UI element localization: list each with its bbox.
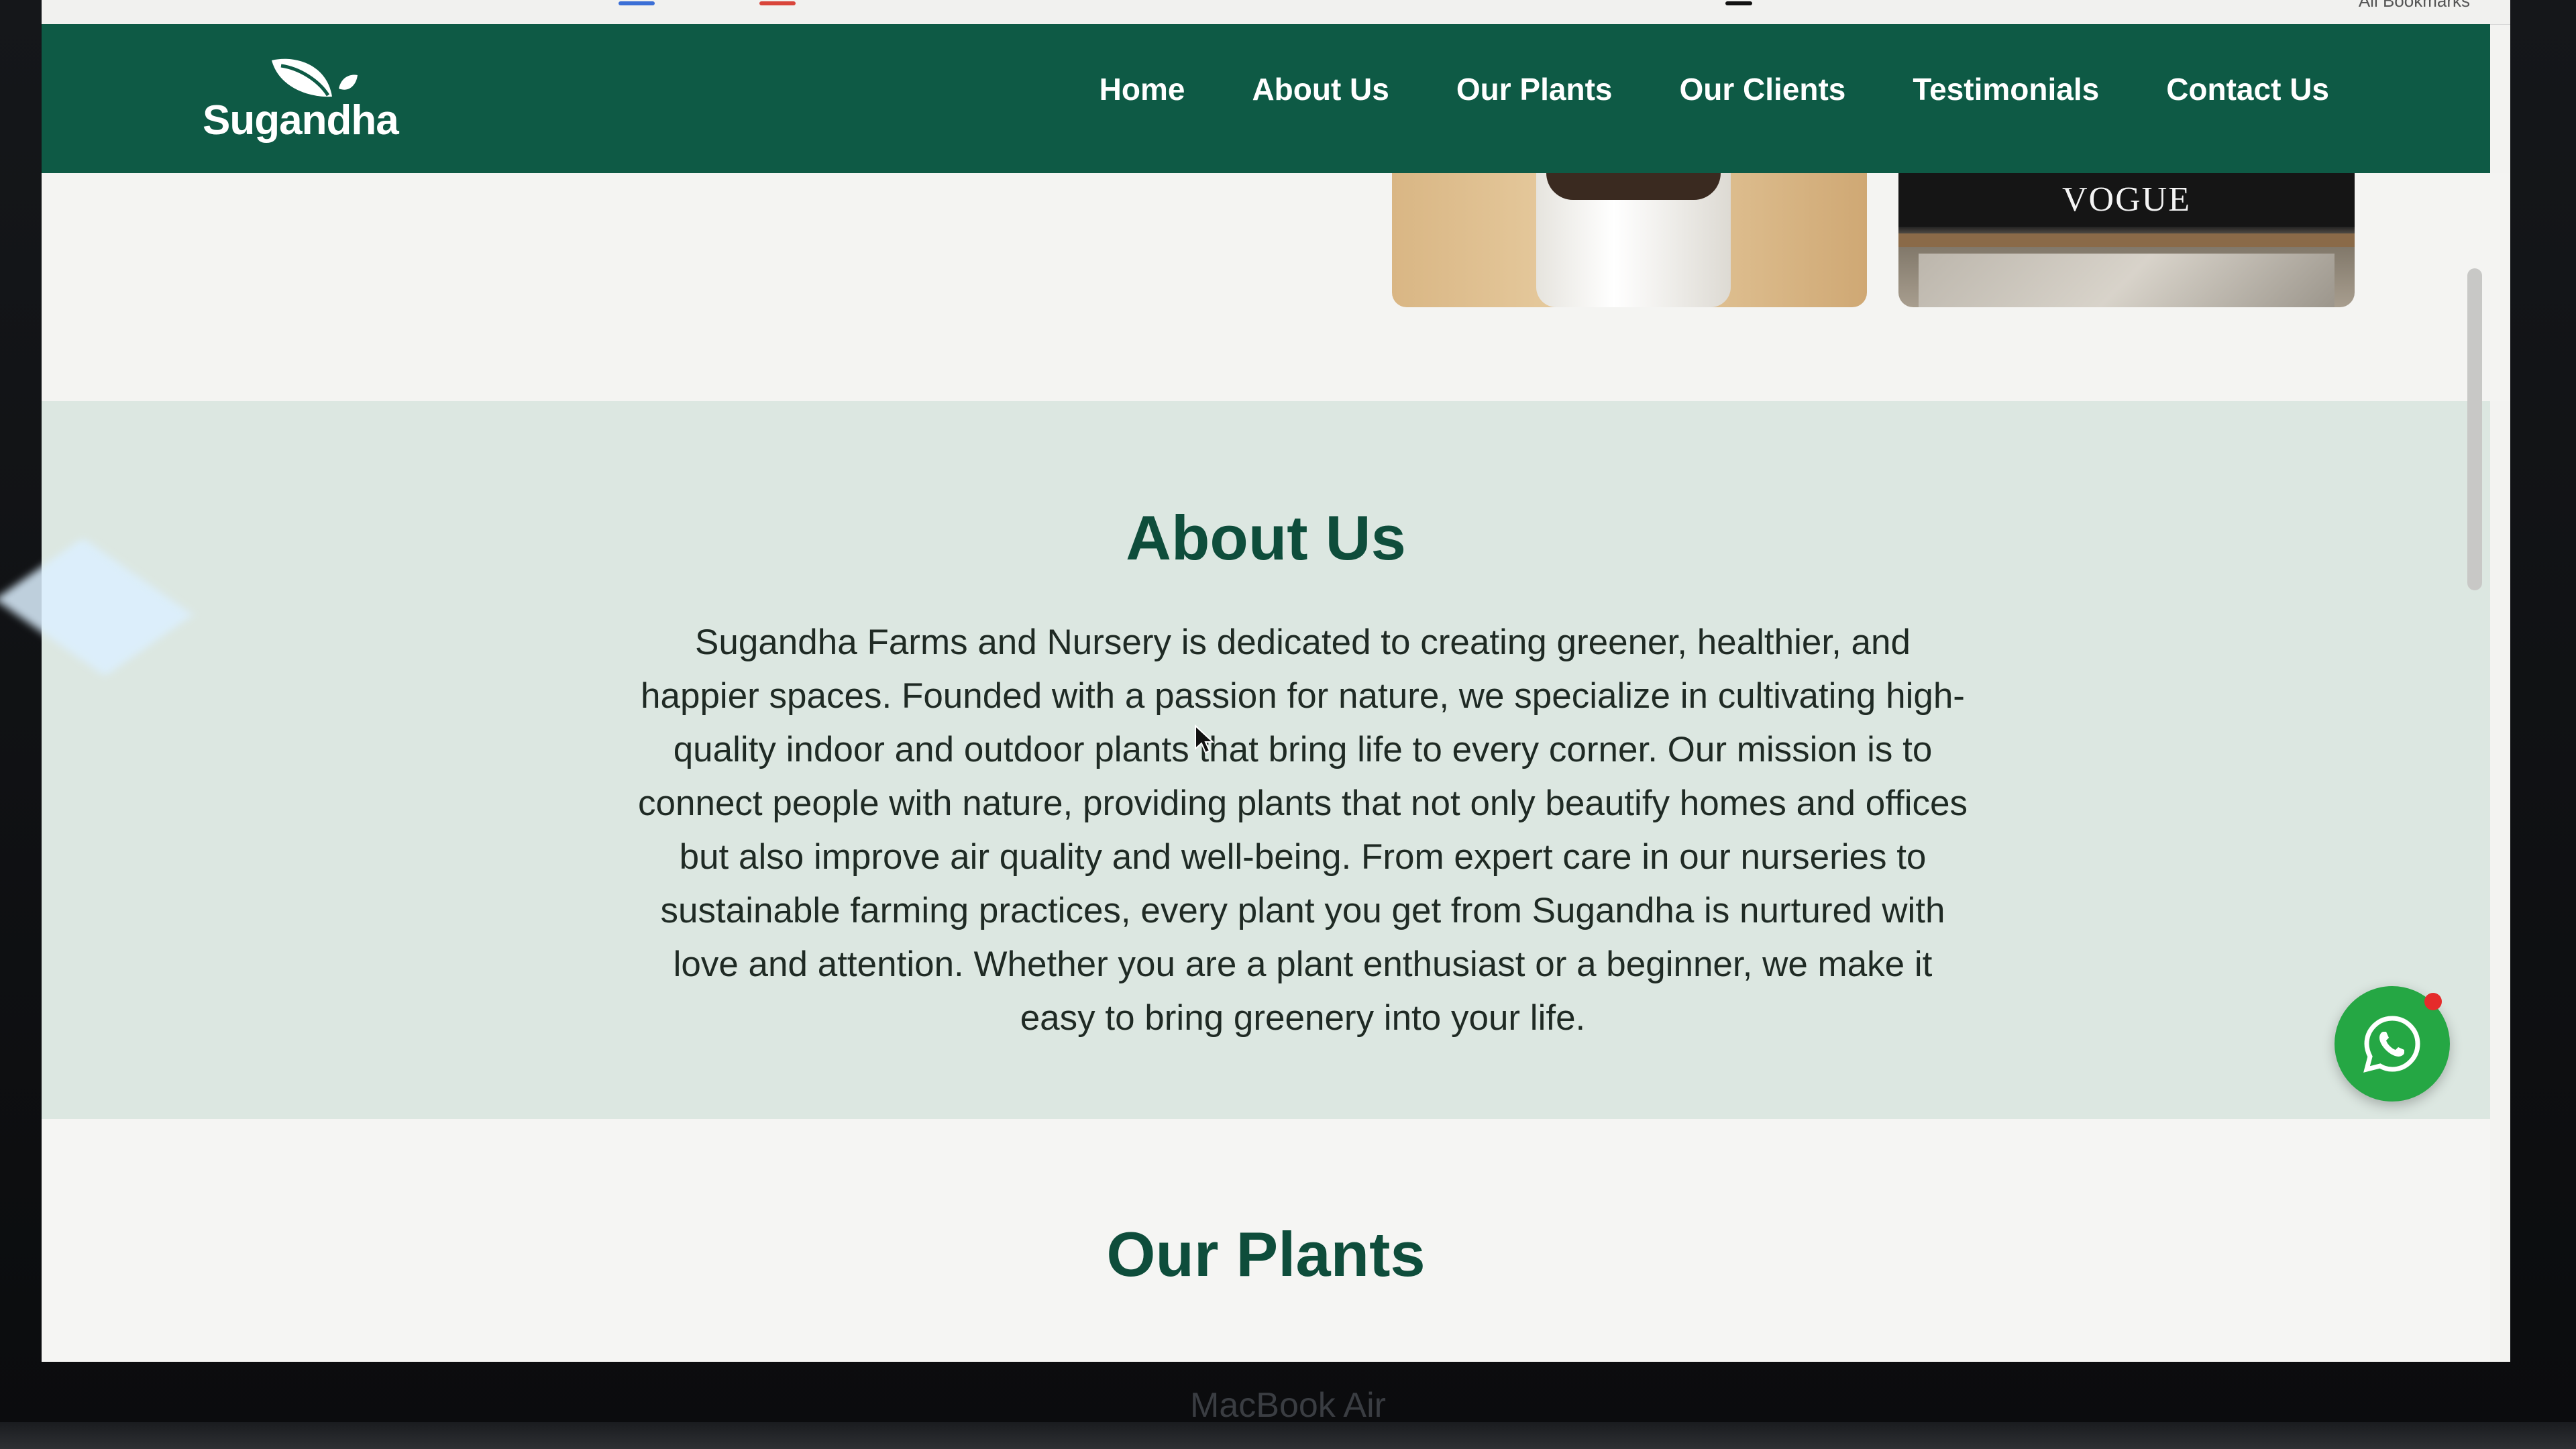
bookmarks-bar: All Bookmarks — [42, 0, 2510, 25]
fabric-throw — [1919, 254, 2334, 307]
whatsapp-chat-button[interactable] — [2334, 986, 2450, 1102]
page-scrollbar[interactable] — [2467, 268, 2482, 590]
nav-testimonials[interactable]: Testimonials — [1913, 71, 2099, 107]
nav-contact-us[interactable]: Contact Us — [2166, 71, 2329, 107]
site-navbar: Sugandha Home About Us Our Plants Our Cl… — [42, 24, 2490, 173]
nav-home[interactable]: Home — [1099, 71, 1185, 107]
wooden-shelf — [1898, 233, 2355, 247]
potted-plant-photo — [1392, 173, 1867, 307]
nav-about-us[interactable]: About Us — [1252, 71, 1389, 107]
browser-viewport: All Bookmarks Sugandha Home About Us Our… — [42, 0, 2510, 1362]
whatsapp-icon — [2363, 1016, 2420, 1073]
device-label: MacBook Air — [1190, 1386, 1386, 1425]
about-paragraph: Sugandha Farms and Nursery is dedicated … — [638, 623, 1968, 1038]
about-heading: About Us — [1126, 502, 1406, 573]
laptop-base-edge — [0, 1422, 2576, 1449]
magazine-title: VOGUE — [2062, 180, 2191, 219]
nav-our-clients[interactable]: Our Clients — [1679, 71, 1845, 107]
bookmark-favicon[interactable] — [759, 1, 796, 5]
mouse-cursor — [1195, 724, 1214, 754]
laptop-bezel: All Bookmarks Sugandha Home About Us Our… — [0, 0, 2576, 1449]
about-section: About Us Sugandha Farms and Nursery is d… — [42, 401, 2490, 1119]
all-bookmarks-link[interactable]: All Bookmarks — [2359, 0, 2470, 11]
pot-soil — [1546, 173, 1721, 200]
main-navigation: Home About Us Our Plants Our Clients Tes… — [1099, 71, 2329, 107]
plants-section: Our Plants — [42, 1119, 2490, 1362]
plants-heading: Our Plants — [1106, 1219, 1426, 1289]
notification-dot — [2424, 993, 2442, 1010]
magazine-shelf-photo: VOGUE — [1898, 173, 2355, 307]
bookmark-favicon[interactable] — [619, 1, 655, 5]
gallery-strip: VOGUE — [42, 173, 2510, 401]
brand-name: Sugandha — [203, 97, 399, 144]
nav-our-plants[interactable]: Our Plants — [1456, 71, 1613, 107]
brand-logo[interactable]: Sugandha — [203, 56, 404, 144]
bookmark-favicon[interactable] — [1725, 1, 1752, 5]
